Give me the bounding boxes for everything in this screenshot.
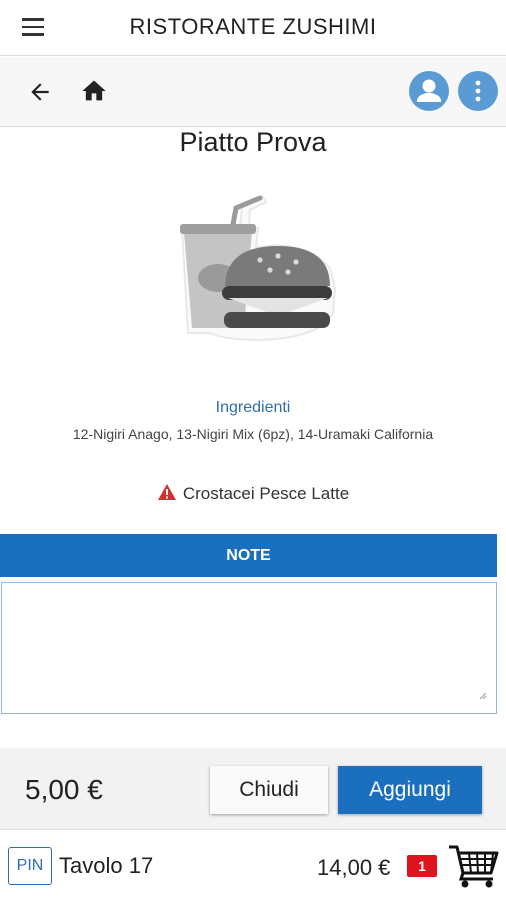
- ingredients-label: Ingredienti: [215, 399, 291, 416]
- more-vertical-icon: [475, 80, 481, 102]
- add-button[interactable]: Aggiungi: [338, 766, 482, 814]
- close-button[interactable]: Chiudi: [210, 766, 328, 814]
- note-header: NOTE: [0, 534, 497, 577]
- note-container: [1, 582, 497, 714]
- user-button[interactable]: [409, 71, 449, 111]
- order-total: 14,00 €: [317, 855, 391, 880]
- cart-count-badge: 1: [407, 855, 437, 877]
- user-icon: [417, 79, 441, 102]
- note-textarea[interactable]: [2, 583, 496, 713]
- app-bar: RISTORANTE ZUSHIMI: [0, 0, 506, 56]
- ingredients-list: 12-Nigiri Anago, 13-Nigiri Mix (6pz), 14…: [72, 426, 434, 442]
- resize-handle-icon[interactable]: [480, 693, 486, 699]
- action-bar: 5,00 € Chiudi Aggiungi: [0, 748, 506, 830]
- home-icon[interactable]: [80, 77, 108, 105]
- dish-title: Piatto Prova: [179, 127, 327, 157]
- allergens-row: Crostacei Pesce Latte: [0, 483, 506, 504]
- pin-button[interactable]: PIN: [8, 847, 52, 885]
- item-price: 5,00 €: [25, 774, 103, 805]
- table-label: Tavolo 17: [59, 853, 154, 878]
- allergens-text: Crostacei Pesce Latte: [182, 484, 350, 503]
- arrow-left-icon[interactable]: [26, 79, 54, 105]
- toolbar: [0, 57, 506, 127]
- app-title: RISTORANTE ZUSHIMI: [129, 14, 377, 39]
- shopping-cart-icon[interactable]: [447, 843, 499, 889]
- bottom-bar: PIN Tavolo 17 14,00 € 1: [0, 831, 506, 900]
- burger-drink-icon: [180, 194, 337, 342]
- warning-icon: [157, 484, 176, 500]
- more-options-button[interactable]: [458, 71, 498, 111]
